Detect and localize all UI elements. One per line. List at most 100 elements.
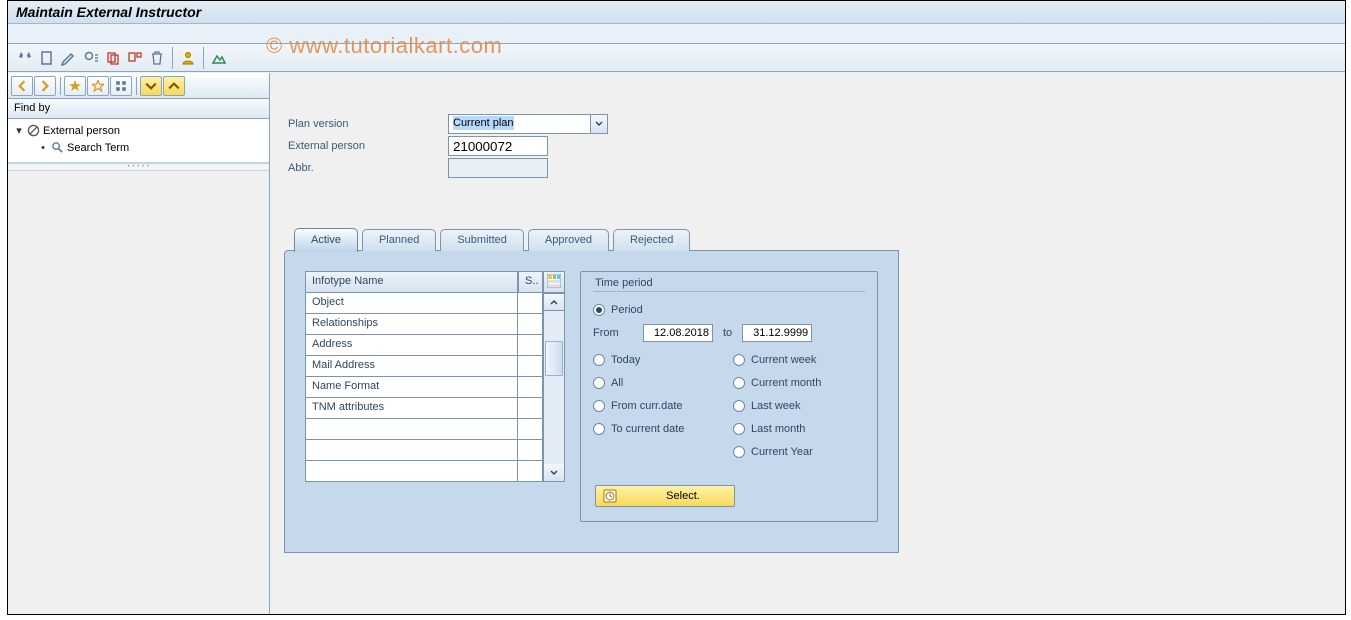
radio-today[interactable] — [593, 354, 605, 366]
display-icon[interactable] — [80, 47, 102, 69]
table-row[interactable] — [305, 461, 543, 482]
tab-active[interactable]: Active — [294, 228, 358, 252]
infotype-name-cell[interactable]: Object — [305, 293, 518, 314]
tab-approved[interactable]: Approved — [528, 229, 609, 251]
search-icon — [50, 141, 64, 155]
scroll-thumb[interactable] — [545, 341, 563, 376]
infotype-name-cell[interactable] — [305, 440, 518, 461]
tab-submitted[interactable]: Submitted — [440, 229, 524, 251]
select-button-label: Select. — [638, 490, 728, 502]
table-row[interactable]: Relationships — [305, 314, 543, 335]
col-header-name[interactable]: Infotype Name — [305, 271, 518, 293]
radio-to-current-date-label[interactable]: To current date — [611, 423, 684, 435]
table-row[interactable]: TNM attributes — [305, 398, 543, 419]
radio-from-curr-date-label[interactable]: From curr.date — [611, 400, 683, 412]
radio-period-label[interactable]: Period — [611, 304, 643, 316]
table-settings-icon[interactable] — [543, 271, 565, 293]
infotype-name-cell[interactable]: Relationships — [305, 314, 518, 335]
infotype-s-cell[interactable] — [518, 419, 543, 440]
radio-current-month-label[interactable]: Current month — [751, 377, 821, 389]
tree-node-label: Search Term — [67, 142, 129, 154]
radio-today-label[interactable]: Today — [611, 354, 640, 366]
tab-rejected[interactable]: Rejected — [613, 229, 690, 251]
infotype-name-cell[interactable]: Address — [305, 335, 518, 356]
radio-from-curr-date[interactable] — [593, 400, 605, 412]
table-row[interactable]: Object — [305, 293, 543, 314]
app-toolbar — [8, 44, 1345, 72]
radio-current-week[interactable] — [733, 354, 745, 366]
forbidden-icon — [26, 124, 40, 138]
radio-current-month[interactable] — [733, 377, 745, 389]
nav-back-icon[interactable] — [11, 76, 33, 96]
infotype-name-cell[interactable] — [305, 419, 518, 440]
to-date-input[interactable] — [742, 324, 812, 342]
infotype-s-cell[interactable] — [518, 398, 543, 419]
overview-icon[interactable] — [208, 47, 230, 69]
table-row[interactable] — [305, 419, 543, 440]
infotype-s-cell[interactable] — [518, 314, 543, 335]
table-row[interactable]: Mail Address — [305, 356, 543, 377]
infotype-s-cell[interactable] — [518, 356, 543, 377]
nav-star2-icon[interactable] — [87, 76, 109, 96]
radio-last-month[interactable] — [733, 423, 745, 435]
infotype-s-cell[interactable] — [518, 440, 543, 461]
table-row[interactable]: Address — [305, 335, 543, 356]
object-tree: ▾ External person • Search Term — [8, 119, 269, 163]
chevron-down-icon[interactable] — [590, 115, 607, 133]
left-panel: Find by ▾ External person • Search Term … — [8, 73, 270, 614]
edit-icon[interactable] — [58, 47, 80, 69]
to-label: to — [723, 327, 732, 339]
tree-node-search-term[interactable]: • Search Term — [38, 139, 265, 156]
tree-node-external-person[interactable]: ▾ External person — [14, 122, 265, 139]
nav-toolbar — [8, 73, 269, 99]
scroll-down-icon[interactable] — [543, 464, 565, 482]
display-change-icon[interactable] — [14, 47, 36, 69]
infotype-s-cell[interactable] — [518, 377, 543, 398]
radio-all[interactable] — [593, 377, 605, 389]
table-row[interactable]: Name Format — [305, 377, 543, 398]
infotype-s-cell[interactable] — [518, 335, 543, 356]
radio-current-year[interactable] — [733, 446, 745, 458]
person-icon[interactable] — [177, 47, 199, 69]
plan-version-dropdown[interactable]: Current plan — [448, 114, 608, 134]
radio-last-week[interactable] — [733, 400, 745, 412]
splitter-handle[interactable]: • • • • • — [8, 163, 269, 171]
radio-to-current-date[interactable] — [593, 423, 605, 435]
tree-leaf-bullet-icon: • — [38, 142, 48, 154]
infotype-name-cell[interactable]: TNM attributes — [305, 398, 518, 419]
infotype-name-cell[interactable]: Mail Address — [305, 356, 518, 377]
trash-icon[interactable] — [146, 47, 168, 69]
radio-period[interactable] — [593, 304, 605, 316]
from-date-input[interactable] — [643, 324, 713, 342]
table-row[interactable] — [305, 440, 543, 461]
radio-last-week-label[interactable]: Last week — [751, 400, 801, 412]
collapse-arrow-icon[interactable]: ▾ — [14, 124, 24, 137]
scroll-track[interactable] — [543, 311, 565, 464]
nav-expand-icon[interactable] — [140, 76, 162, 96]
create-icon[interactable] — [36, 47, 58, 69]
delimit-icon[interactable] — [124, 47, 146, 69]
infotype-s-cell[interactable] — [518, 461, 543, 482]
nav-tree-icon[interactable] — [110, 76, 132, 96]
col-header-s[interactable]: S.. — [518, 271, 543, 293]
plan-version-value: Current plan — [453, 116, 514, 130]
main-content: Plan version Current plan External perso… — [270, 73, 1345, 614]
tree-node-label: External person — [43, 125, 120, 137]
select-button[interactable]: Select. — [595, 485, 735, 507]
radio-last-month-label[interactable]: Last month — [751, 423, 805, 435]
nav-star1-icon[interactable] — [64, 76, 86, 96]
radio-current-week-label[interactable]: Current week — [751, 354, 816, 366]
plan-version-label: Plan version — [288, 118, 448, 130]
external-person-input[interactable] — [448, 136, 548, 156]
copy-icon[interactable] — [102, 47, 124, 69]
tab-planned[interactable]: Planned — [362, 229, 436, 251]
infotype-name-cell[interactable] — [305, 461, 518, 482]
radio-all-label[interactable]: All — [611, 377, 623, 389]
radio-current-year-label[interactable]: Current Year — [751, 446, 813, 458]
nav-collapse-icon[interactable] — [163, 76, 185, 96]
infotype-s-cell[interactable] — [518, 293, 543, 314]
scroll-up-icon[interactable] — [543, 293, 565, 311]
window-title-text: Maintain External Instructor — [16, 4, 201, 20]
infotype-name-cell[interactable]: Name Format — [305, 377, 518, 398]
nav-forward-icon[interactable] — [34, 76, 56, 96]
